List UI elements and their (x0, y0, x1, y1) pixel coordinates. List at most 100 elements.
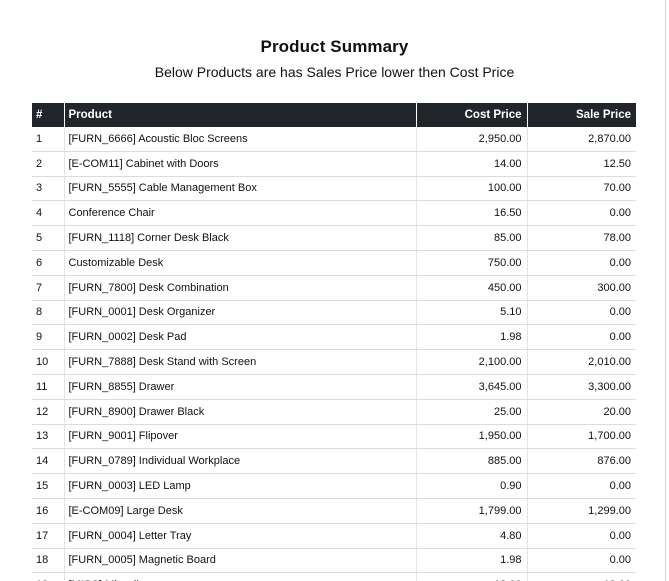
row-index-cell: 12 (32, 399, 65, 425)
row-index-cell: 15 (32, 473, 65, 499)
table-row: 6 Customizable Desk 750.00 0.00 (32, 250, 636, 276)
sale-price-cell: 0.00 (527, 250, 636, 276)
cost-price-cell: 85.00 (416, 225, 528, 251)
product-name-cell: [FURN_0005] Magnetic Board (64, 548, 417, 574)
row-index-cell: 16 (32, 498, 65, 524)
row-index-cell: 18 (32, 548, 65, 574)
product-summary-table: # Product Cost Price Sale Price 1 [FURN_6… (32, 103, 636, 581)
product-name-cell: [FURN_6666] Acoustic Bloc Screens (64, 127, 417, 152)
product-name-cell: [FURN_5555] Cable Management Box (64, 176, 417, 202)
row-index-cell: 8 (32, 300, 65, 326)
table-row: 18 [FURN_0005] Magnetic Board 1.98 0.00 (32, 548, 636, 574)
sale-price-cell: 70.00 (527, 176, 636, 202)
sale-price-cell: 0.00 (527, 324, 636, 351)
table-row: 17 [FURN_0004] Letter Tray 4.80 0.00 (32, 523, 636, 549)
cost-price-cell: 450.00 (416, 275, 528, 301)
report-subtitle: Below Products are has Sales Price lower… (154, 64, 515, 80)
cost-price-cell: 4.80 (416, 523, 528, 549)
product-name-cell: [MISC] Miscellaneous (64, 572, 417, 581)
cost-price-cell: 18.00 (416, 572, 528, 581)
table-row: 12 [FURN_8900] Drawer Black 25.00 20.00 (32, 399, 636, 425)
table-row: 16 [E-COM09] Large Desk 1,799.00 1,299.00 (32, 498, 636, 524)
cost-price-cell: 16.50 (416, 200, 528, 227)
product-name-cell: [FURN_9001] Flipover (64, 424, 417, 450)
cost-price-cell: 100.00 (416, 176, 528, 202)
cost-price-cell: 5.10 (416, 300, 528, 326)
row-index-cell: 11 (32, 374, 65, 400)
row-index-cell: 10 (32, 349, 65, 375)
row-index-cell: 4 (32, 200, 65, 227)
cost-price-cell: 25.00 (416, 399, 528, 425)
cost-price-cell: 14.00 (416, 151, 528, 177)
cost-price-cell: 750.00 (416, 250, 528, 276)
table-row: 5 [FURN_1118] Corner Desk Black 85.00 78.00 (32, 225, 636, 251)
sale-price-cell: 2,870.00 (527, 127, 636, 152)
sale-price-cell: 0.00 (527, 300, 636, 326)
product-name-cell: [FURN_8855] Drawer (64, 374, 417, 400)
product-name-cell: [FURN_7888] Desk Stand with Screen (64, 349, 417, 375)
product-name-cell: [FURN_0001] Desk Organizer (64, 300, 417, 326)
row-index-cell: 2 (32, 151, 65, 177)
table-row: 13 [FURN_9001] Flipover 1,950.00 1,700.00 (32, 424, 636, 450)
table-row: 3 [FURN_5555] Cable Management Box 100.00 7… (32, 176, 636, 202)
cost-price-cell: 2,100.00 (416, 349, 528, 375)
sale-price-cell: 300.00 (527, 275, 636, 301)
row-index-cell: 1 (32, 127, 65, 152)
product-name-cell: [FURN_1118] Corner Desk Black (64, 225, 417, 251)
product-name-cell: [FURN_0002] Desk Pad (64, 324, 417, 351)
cost-price-cell: 1,799.00 (416, 498, 528, 524)
sale-price-cell: 12.50 (527, 151, 636, 177)
table-row: 19[MISC] Miscellaneous18.0013.00 (32, 572, 636, 581)
table-row: 1 [FURN_6666] Acoustic Bloc Screens 2,950.… (32, 127, 636, 152)
cost-price-cell: 1.98 (416, 548, 528, 574)
report-title: Product Summary (260, 37, 409, 56)
table-row: 14 [FURN_0789] Individual Workplace 885.00… (32, 448, 636, 475)
row-index-cell: 13 (32, 424, 65, 450)
page-edge-divider (665, 0, 666, 581)
table-row: 2 [E-COM11] Cabinet with Doors 14.00 12.50 (32, 151, 636, 177)
sale-price-cell: 0.00 (527, 523, 636, 549)
product-name-cell: Customizable Desk (64, 250, 417, 276)
product-name-cell: Conference Chair (64, 200, 417, 227)
table-row: 4 Conference Chair 16.50 0.00 (32, 200, 636, 227)
product-name-cell: [FURN_0003] LED Lamp (64, 473, 417, 499)
row-index-cell: 14 (32, 448, 65, 475)
table-body: 1 [FURN_6666] Acoustic Bloc Screens 2,950.… (32, 127, 636, 581)
table-row: 7 [FURN_7800] Desk Combination 450.00 300.0… (32, 275, 636, 301)
column-header-sale-price: Sale Price (527, 103, 636, 127)
cost-price-cell: 1,950.00 (416, 424, 528, 450)
cost-price-cell: 0.90 (416, 473, 528, 499)
table-row: 15 [FURN_0003] LED Lamp 0.90 0.00 (32, 473, 636, 499)
table-header: # Product Cost Price Sale Price (32, 103, 636, 127)
sale-price-cell: 3,300.00 (527, 374, 636, 400)
table-row: 8 [FURN_0001] Desk Organizer 5.10 0.00 (32, 300, 636, 326)
column-header-cost-price: Cost Price (416, 103, 528, 127)
cost-price-cell: 3,645.00 (416, 374, 528, 400)
row-index-cell: 3 (32, 176, 65, 202)
cost-price-cell: 1.98 (416, 324, 528, 351)
row-index-cell: 5 (32, 225, 65, 251)
row-index-cell: 19 (32, 572, 65, 581)
product-name-cell: [FURN_0789] Individual Workplace (64, 448, 417, 475)
header-row: # Product Cost Price Sale Price (32, 103, 636, 127)
sale-price-cell: 876.00 (527, 448, 636, 475)
sale-price-cell: 78.00 (527, 225, 636, 251)
row-index-cell: 7 (32, 275, 65, 301)
cost-price-cell: 885.00 (416, 448, 528, 475)
product-name-cell: [FURN_7800] Desk Combination (64, 275, 417, 301)
sale-price-cell: 1,700.00 (527, 424, 636, 450)
sale-price-cell: 13.00 (527, 572, 636, 581)
row-index-cell: 17 (32, 523, 65, 549)
product-name-cell: [FURN_0004] Letter Tray (64, 523, 417, 549)
sale-price-cell: 0.00 (527, 200, 636, 227)
sale-price-cell: 0.00 (527, 548, 636, 574)
row-index-cell: 9 (32, 324, 65, 351)
sale-price-cell: 2,010.00 (527, 349, 636, 375)
table-row: 10 [FURN_7888] Desk Stand with Screen 2,10… (32, 349, 636, 375)
table-row: 11 [FURN_8855] Drawer 3,645.00 3,300.00 (32, 374, 636, 400)
sale-price-cell: 0.00 (527, 473, 636, 499)
column-header-product: Product (64, 103, 417, 127)
report-page: Product Summary Below Products are has S… (0, 0, 669, 581)
product-name-cell: [FURN_8900] Drawer Black (64, 399, 417, 425)
cost-price-cell: 2,950.00 (416, 127, 528, 152)
